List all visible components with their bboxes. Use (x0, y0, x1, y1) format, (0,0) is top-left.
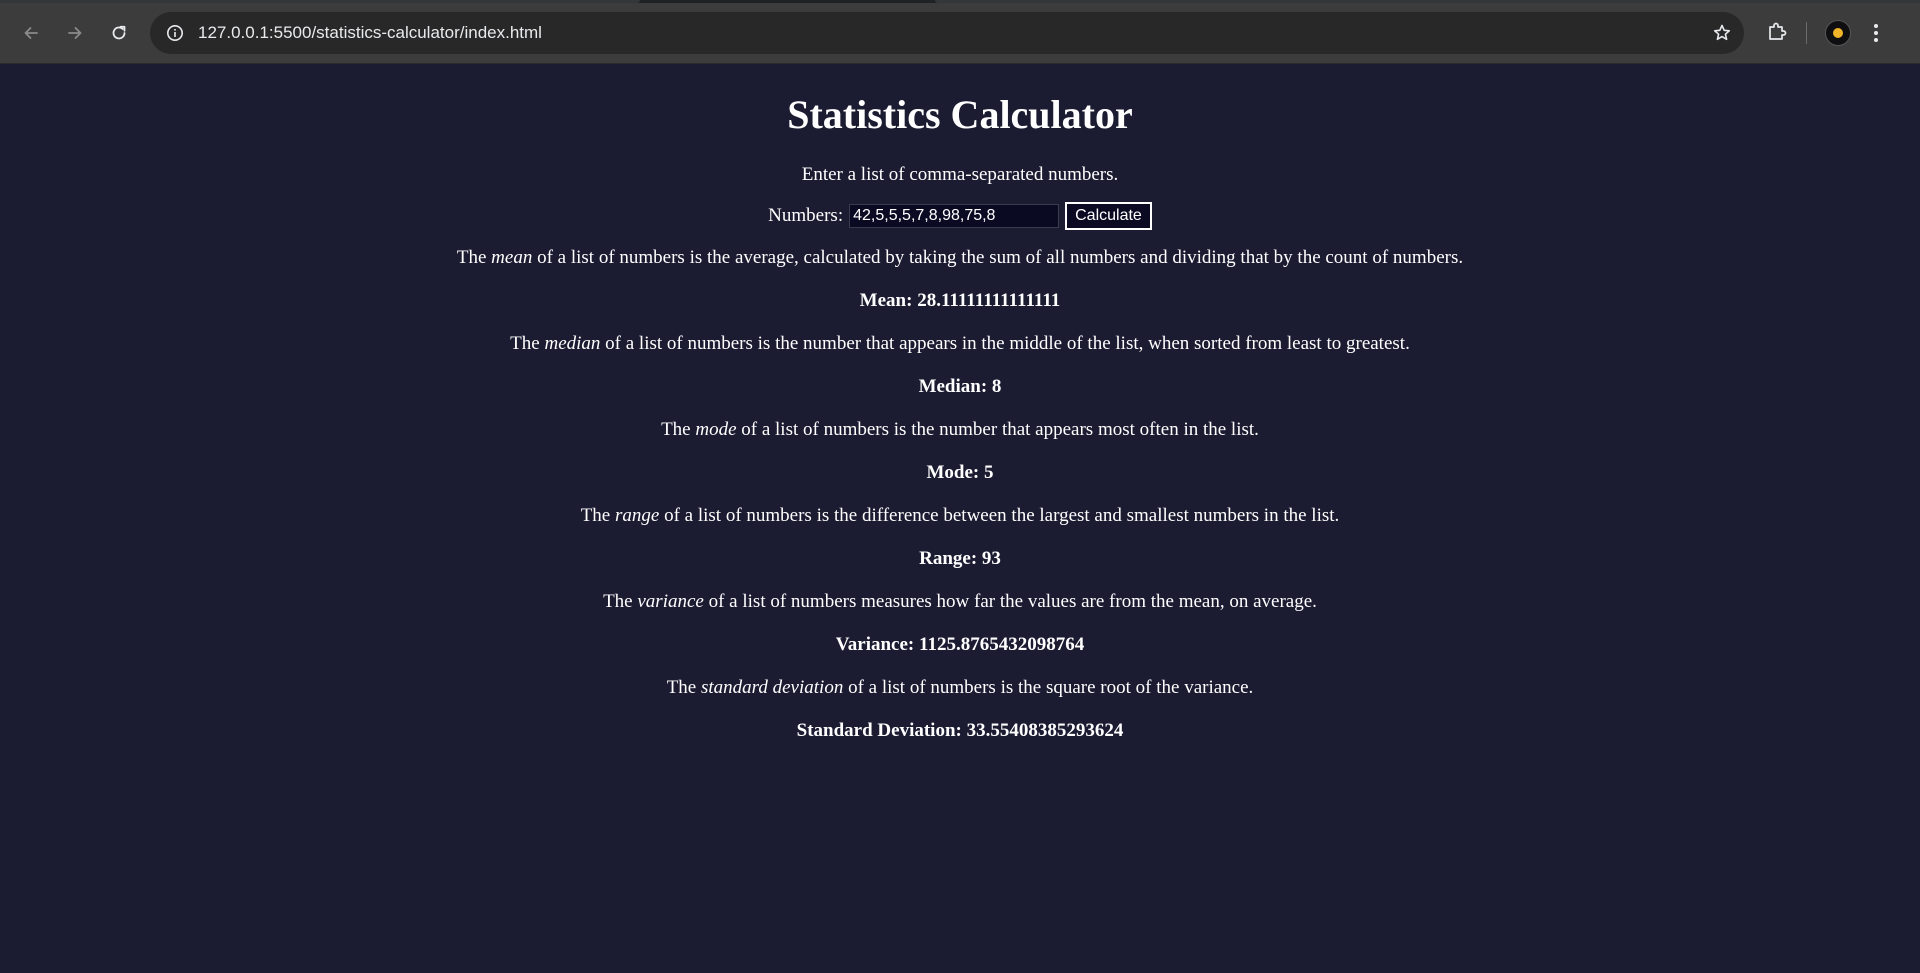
variance-result: Variance: 1125.8765432098764 (835, 634, 1085, 655)
variance-description: The variance of a list of numbers measur… (603, 591, 1317, 612)
numbers-form: Numbers: Calculate (0, 202, 1920, 230)
median-description: The median of a list of numbers is the n… (510, 333, 1410, 354)
tab-strip (0, 0, 1920, 3)
mode-description: The mode of a list of numbers is the num… (661, 419, 1259, 440)
intro-text: Enter a list of comma-separated numbers. (801, 164, 1119, 185)
median-result: Median: 8 (918, 376, 1002, 397)
numbers-label: Numbers: (768, 205, 844, 226)
range-description: The range of a list of numbers is the di… (580, 505, 1340, 526)
variance-value: 1125.8765432098764 (919, 634, 1085, 655)
info-icon[interactable] (166, 24, 184, 42)
tab-left[interactable] (0, 0, 640, 3)
median-term: median (544, 333, 601, 354)
mode-value: 5 (984, 462, 994, 483)
range-value: 93 (981, 548, 1001, 569)
stddev-term: standard deviation (701, 677, 844, 698)
back-button[interactable] (12, 14, 50, 52)
avatar[interactable] (1825, 20, 1851, 46)
mean-description: The mean of a list of numbers is the ave… (456, 247, 1464, 268)
url-text[interactable]: 127.0.0.1:5500/statistics-calculator/ind… (198, 23, 1704, 43)
mean-value: 28.11111111111111 (917, 290, 1061, 311)
page-title: Statistics Calculator (787, 92, 1133, 137)
address-bar[interactable]: 127.0.0.1:5500/statistics-calculator/ind… (150, 12, 1744, 54)
median-value: 8 (991, 376, 1002, 397)
stddev-value: 33.55408385293624 (966, 720, 1124, 741)
toolbar-separator (1806, 22, 1807, 44)
mode-result: Mode: 5 (926, 462, 994, 483)
star-icon[interactable] (1712, 23, 1732, 43)
forward-button[interactable] (56, 14, 94, 52)
reload-icon (109, 23, 129, 43)
mean-result: Mean: 28.11111111111111 (859, 290, 1061, 311)
stddev-description: The standard deviation of a list of numb… (666, 677, 1254, 698)
stddev-result: Standard Deviation: 33.55408385293624 (796, 720, 1124, 741)
kebab-menu-icon[interactable] (1873, 23, 1879, 43)
numbers-input[interactable] (849, 204, 1060, 228)
browser-toolbar: 127.0.0.1:5500/statistics-calculator/ind… (0, 3, 1920, 64)
page-content: Statistics Calculator Enter a list of co… (0, 64, 1920, 973)
variance-term: variance (637, 591, 704, 612)
mode-term: mode (695, 419, 737, 440)
range-term: range (615, 505, 660, 526)
reload-button[interactable] (100, 14, 138, 52)
arrow-left-icon (21, 23, 41, 43)
range-result: Range: 93 (919, 548, 1001, 569)
mean-term: mean (491, 247, 533, 268)
toolbar-actions (1766, 20, 1879, 47)
calculate-button[interactable]: Calculate (1065, 202, 1152, 230)
puzzle-icon[interactable] (1766, 20, 1788, 47)
arrow-right-icon (65, 23, 85, 43)
tab-right[interactable] (935, 0, 1920, 3)
